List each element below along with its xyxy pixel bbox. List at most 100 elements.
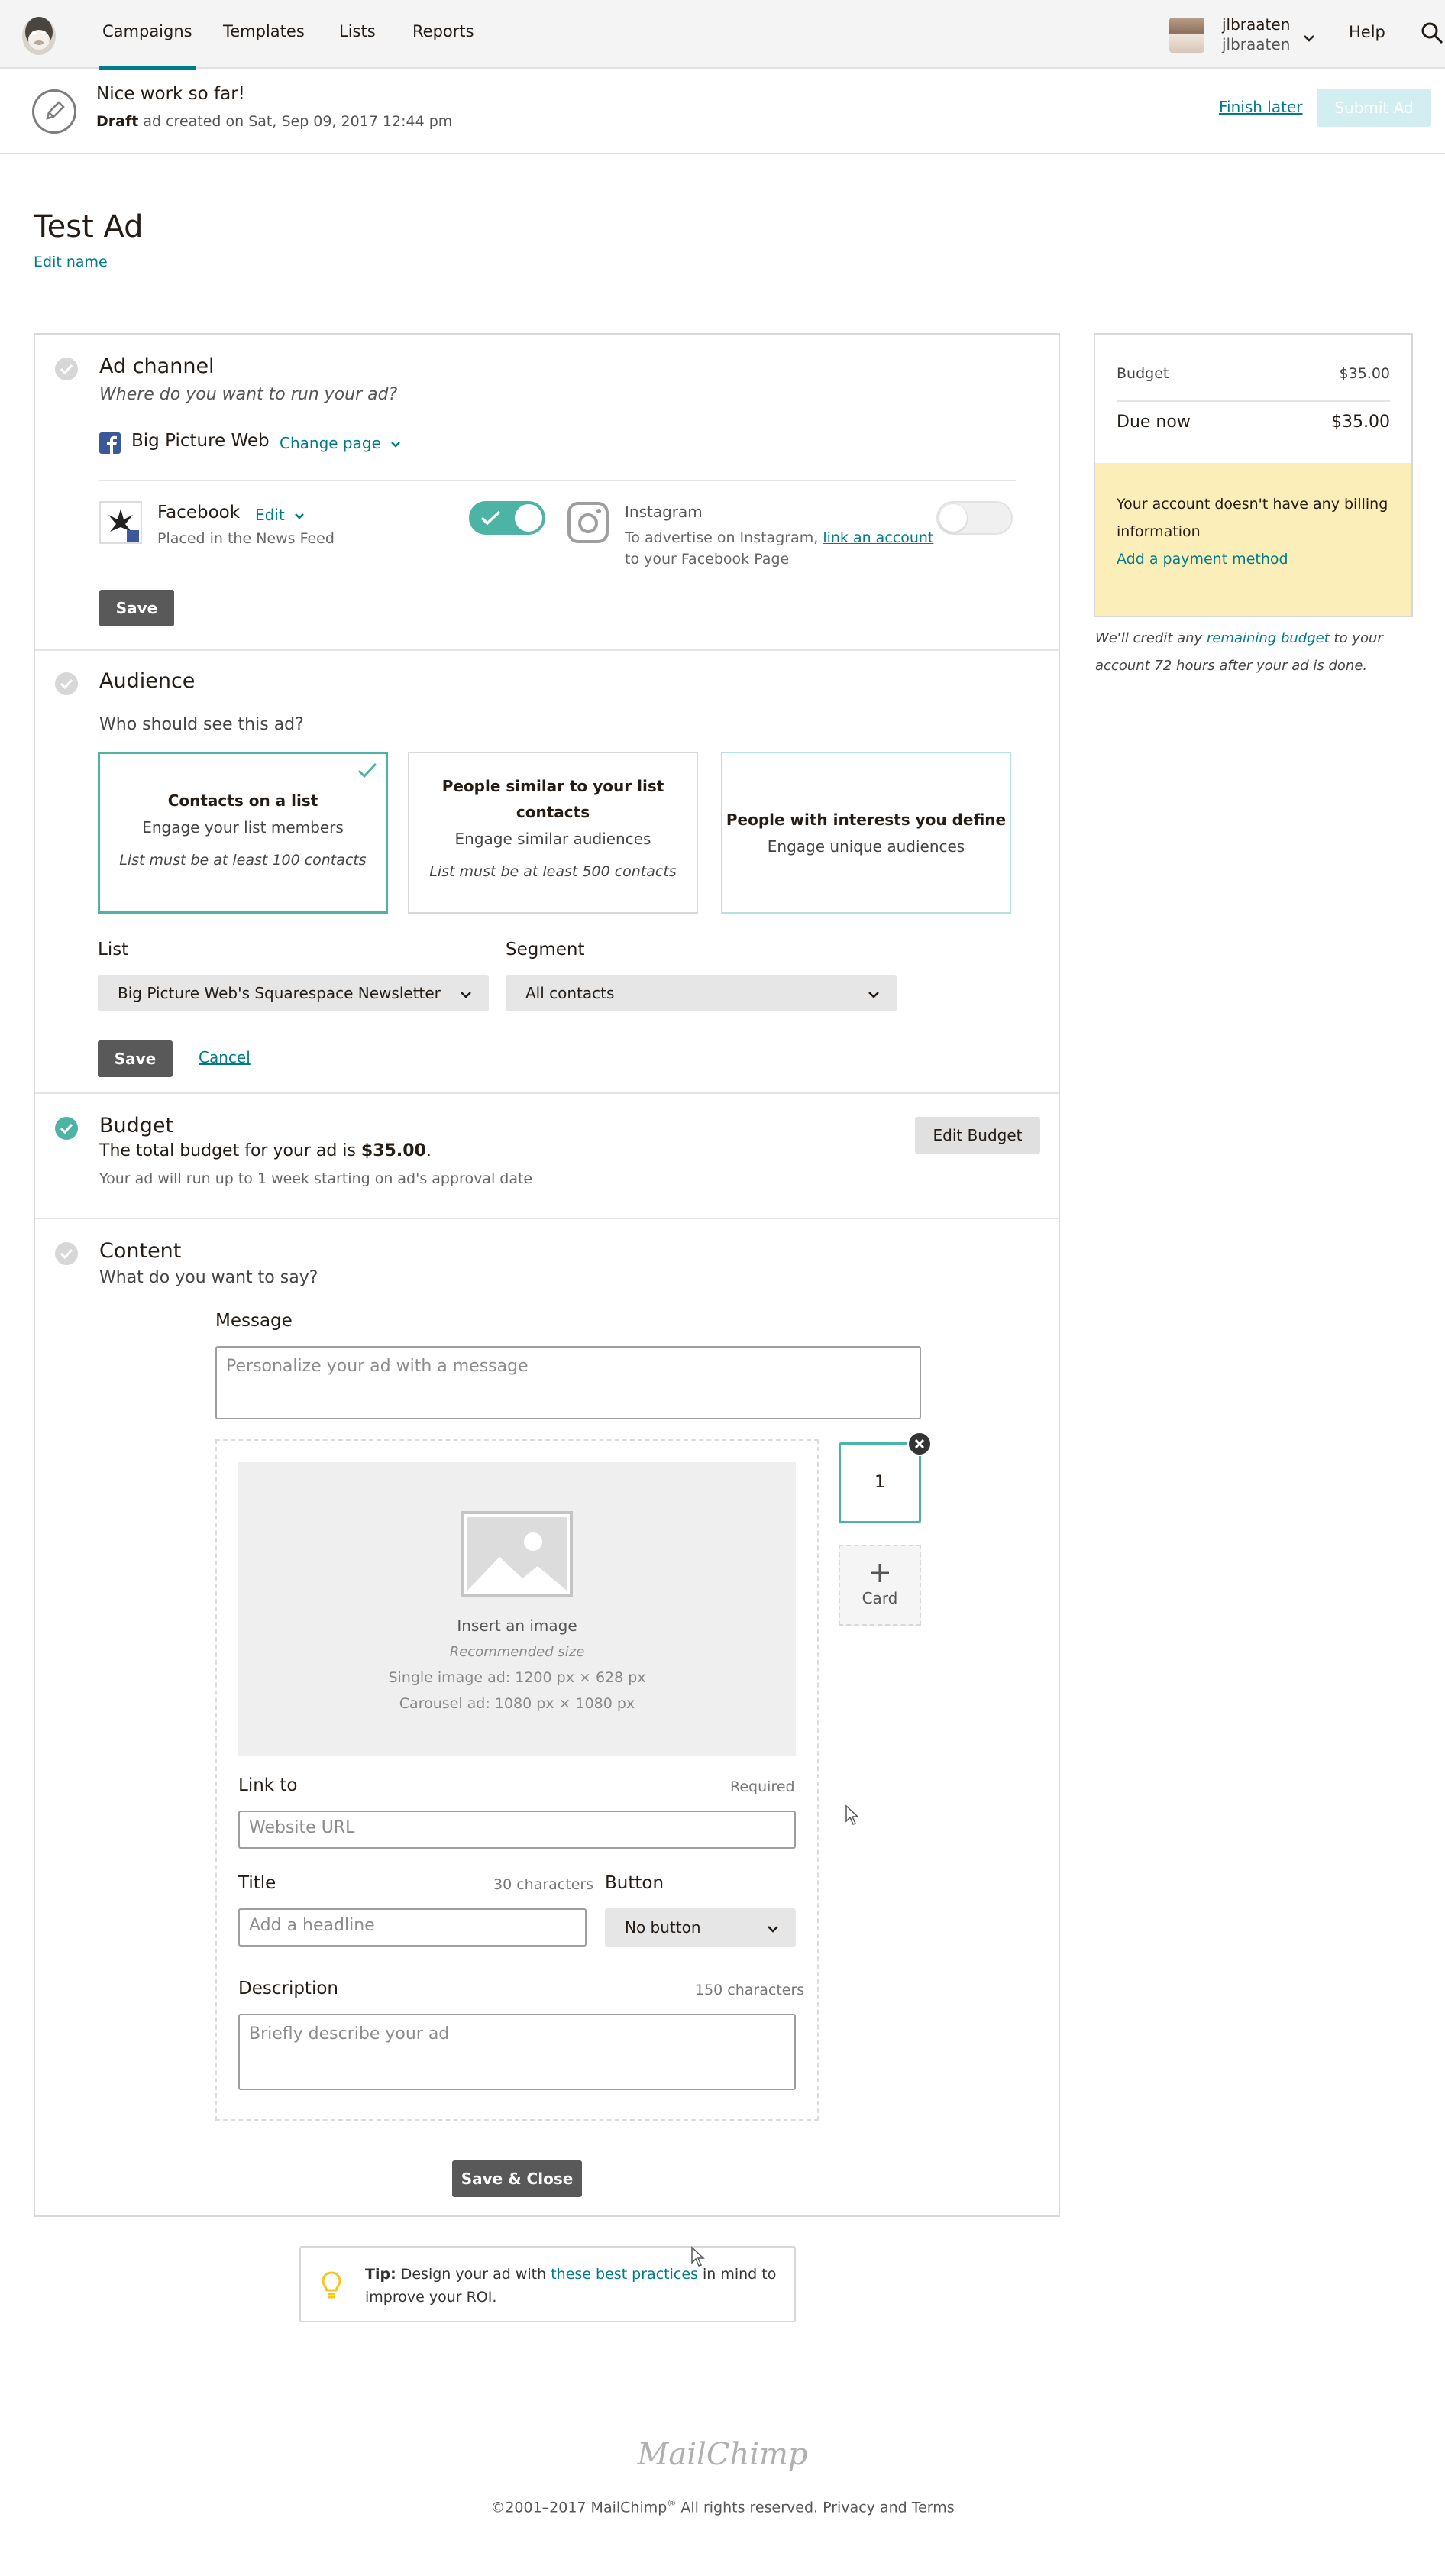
edit-name-link[interactable]: Edit name	[34, 254, 108, 270]
insert-image-label: Insert an image	[457, 1616, 577, 1635]
audience-card-note: List must be at least 500 contacts	[429, 863, 677, 880]
facebook-edit-link[interactable]: Edit	[255, 506, 305, 524]
audience-card-similar[interactable]: People similar to your list contacts Eng…	[408, 752, 698, 914]
footer-copyright: ©2001–2017 MailChimp® All rights reserve…	[0, 2498, 1445, 2516]
status-title: Nice work so far!	[96, 84, 245, 104]
divider	[1117, 400, 1390, 402]
sidebar-budget-value: $35.00	[1339, 365, 1390, 382]
finish-later-link[interactable]: Finish later	[1219, 98, 1302, 116]
website-url-input[interactable]: Website URL	[238, 1811, 796, 1849]
message-field[interactable]: Personalize your ad with a message	[215, 1346, 921, 1419]
add-card-button[interactable]: Card	[839, 1545, 921, 1626]
facebook-placement: Placed in the News Feed	[157, 530, 335, 547]
change-page-link[interactable]: Change page	[280, 434, 401, 452]
search-icon[interactable]	[1421, 21, 1443, 49]
plus-icon	[871, 1564, 889, 1582]
user-name[interactable]: jlbraaten	[1222, 15, 1290, 34]
ad-channel-section: Ad channel Where do you want to run your…	[35, 335, 1059, 651]
audience-card-title: People similar to your list contacts	[441, 777, 664, 821]
audience-title: Audience	[99, 669, 196, 693]
instagram-toggle[interactable]	[936, 501, 1013, 535]
image-placeholder-icon	[461, 1511, 573, 1597]
step-check-icon	[55, 358, 78, 380]
credit-note: We'll credit any remaining budget to you…	[1095, 625, 1408, 680]
segment-select-value: All contacts	[525, 984, 615, 1002]
single-image-size: Single image ad: 1200 px × 628 px	[388, 1669, 646, 1686]
content-question: What do you want to say?	[99, 1268, 318, 1287]
submit-ad-button[interactable]: Submit Ad	[1317, 89, 1431, 127]
tip-box: Tip: Design your ad with these best prac…	[299, 2246, 796, 2322]
nav-templates[interactable]: Templates	[223, 22, 305, 40]
chevron-down-icon	[868, 975, 880, 1011]
headline-input[interactable]: Add a headline	[238, 1908, 587, 1947]
help-link[interactable]: Help	[1349, 23, 1385, 41]
budget-title: Budget	[99, 1114, 174, 1138]
carousel-size: Carousel ad: 1080 px × 1080 px	[399, 1695, 635, 1712]
chevron-down-icon	[391, 442, 401, 448]
copyright-rights: All rights reserved.	[676, 2499, 819, 2516]
edit-budget-button[interactable]: Edit Budget	[915, 1117, 1040, 1154]
facebook-page-name: Big Picture Web	[131, 431, 270, 451]
nav-lists[interactable]: Lists	[339, 22, 376, 40]
lightbulb-icon	[321, 2270, 342, 2304]
remove-card-close-icon[interactable]	[907, 1432, 932, 1456]
change-page-label: Change page	[280, 434, 381, 452]
status-bar: Nice work so far! Draft ad created on Sa…	[0, 70, 1445, 154]
facebook-label: Facebook	[157, 503, 241, 523]
add-payment-method-link[interactable]: Add a payment method	[1117, 551, 1288, 568]
budget-run-note: Your ad will run up to 1 week starting o…	[99, 1170, 533, 1187]
billing-warning: Your account doesn't have any billing in…	[1095, 463, 1411, 616]
audience-card-desc: Engage your list members	[142, 818, 344, 837]
budget-text-after: .	[425, 1141, 432, 1160]
best-practices-link[interactable]: these best practices	[551, 2266, 698, 2283]
toggle-knob	[515, 504, 542, 532]
instagram-label: Instagram	[625, 503, 703, 521]
audience-card-desc: Engage similar audiences	[454, 830, 651, 848]
image-drop-zone[interactable]: Insert an image Recommended size Single …	[238, 1462, 796, 1756]
status-subtitle: Draft ad created on Sat, Sep 09, 2017 12…	[96, 113, 452, 130]
segment-select[interactable]: All contacts	[506, 975, 897, 1011]
instagram-note-before: To advertise on Instagram,	[625, 529, 819, 546]
link-account-link[interactable]: link an account	[823, 529, 933, 546]
facebook-page-icon	[99, 432, 121, 454]
budget-text-before: The total budget for your ad is	[99, 1141, 356, 1160]
registered-mark: ®	[667, 2498, 677, 2509]
avatar[interactable]	[1169, 18, 1204, 53]
billing-warning-text: Your account doesn't have any billing in…	[1117, 496, 1388, 540]
title-label: Title	[238, 1873, 276, 1893]
link-to-label: Link to	[238, 1775, 298, 1795]
description-field[interactable]: Briefly describe your ad	[238, 2014, 796, 2090]
audience-card-title: Contacts on a list	[167, 791, 318, 810]
description-char-hint: 150 characters	[695, 1982, 805, 1998]
pencil-icon	[32, 89, 76, 134]
mailchimp-logo-icon[interactable]	[15, 11, 63, 58]
chevron-down-icon[interactable]	[1303, 28, 1315, 47]
chevron-down-icon	[295, 513, 304, 519]
toggle-knob	[939, 504, 967, 532]
budget-section: Budget The total budget for your ad is $…	[35, 1094, 1059, 1219]
save-close-button[interactable]: Save & Close	[452, 2160, 582, 2197]
button-select[interactable]: No button	[605, 1908, 796, 1947]
segment-label: Segment	[506, 940, 585, 960]
carousel-card-number: 1	[874, 1473, 885, 1492]
audience-cancel-link[interactable]: Cancel	[199, 1048, 251, 1066]
ad-channel-subtitle: Where do you want to run your ad?	[99, 385, 398, 404]
nav-reports[interactable]: Reports	[412, 22, 474, 40]
check-icon	[480, 510, 501, 526]
facebook-toggle[interactable]	[469, 501, 545, 535]
audience-card-contacts[interactable]: Contacts on a list Engage your list memb…	[98, 752, 388, 914]
audience-card-interests[interactable]: People with interests you define Engage …	[721, 752, 1011, 914]
chevron-down-icon	[460, 975, 472, 1011]
instagram-icon	[565, 500, 611, 545]
ad-channel-save-button[interactable]: Save	[99, 590, 174, 626]
terms-link[interactable]: Terms	[912, 2499, 955, 2516]
nav-campaigns[interactable]: Campaigns	[99, 22, 196, 70]
chevron-down-icon	[767, 1908, 779, 1947]
audience-save-button[interactable]: Save	[98, 1040, 173, 1077]
budget-summary-panel: Budget $35.00 Due now $35.00 Your accoun…	[1094, 333, 1413, 617]
remaining-budget-link[interactable]: remaining budget	[1207, 630, 1330, 646]
privacy-link[interactable]: Privacy	[823, 2499, 875, 2516]
list-select[interactable]: Big Picture Web's Squarespace Newsletter	[98, 975, 489, 1011]
budget-summary: The total budget for your ad is $35.00.	[99, 1141, 432, 1160]
mailchimp-footer-logo: MailChimp	[637, 2437, 808, 2472]
